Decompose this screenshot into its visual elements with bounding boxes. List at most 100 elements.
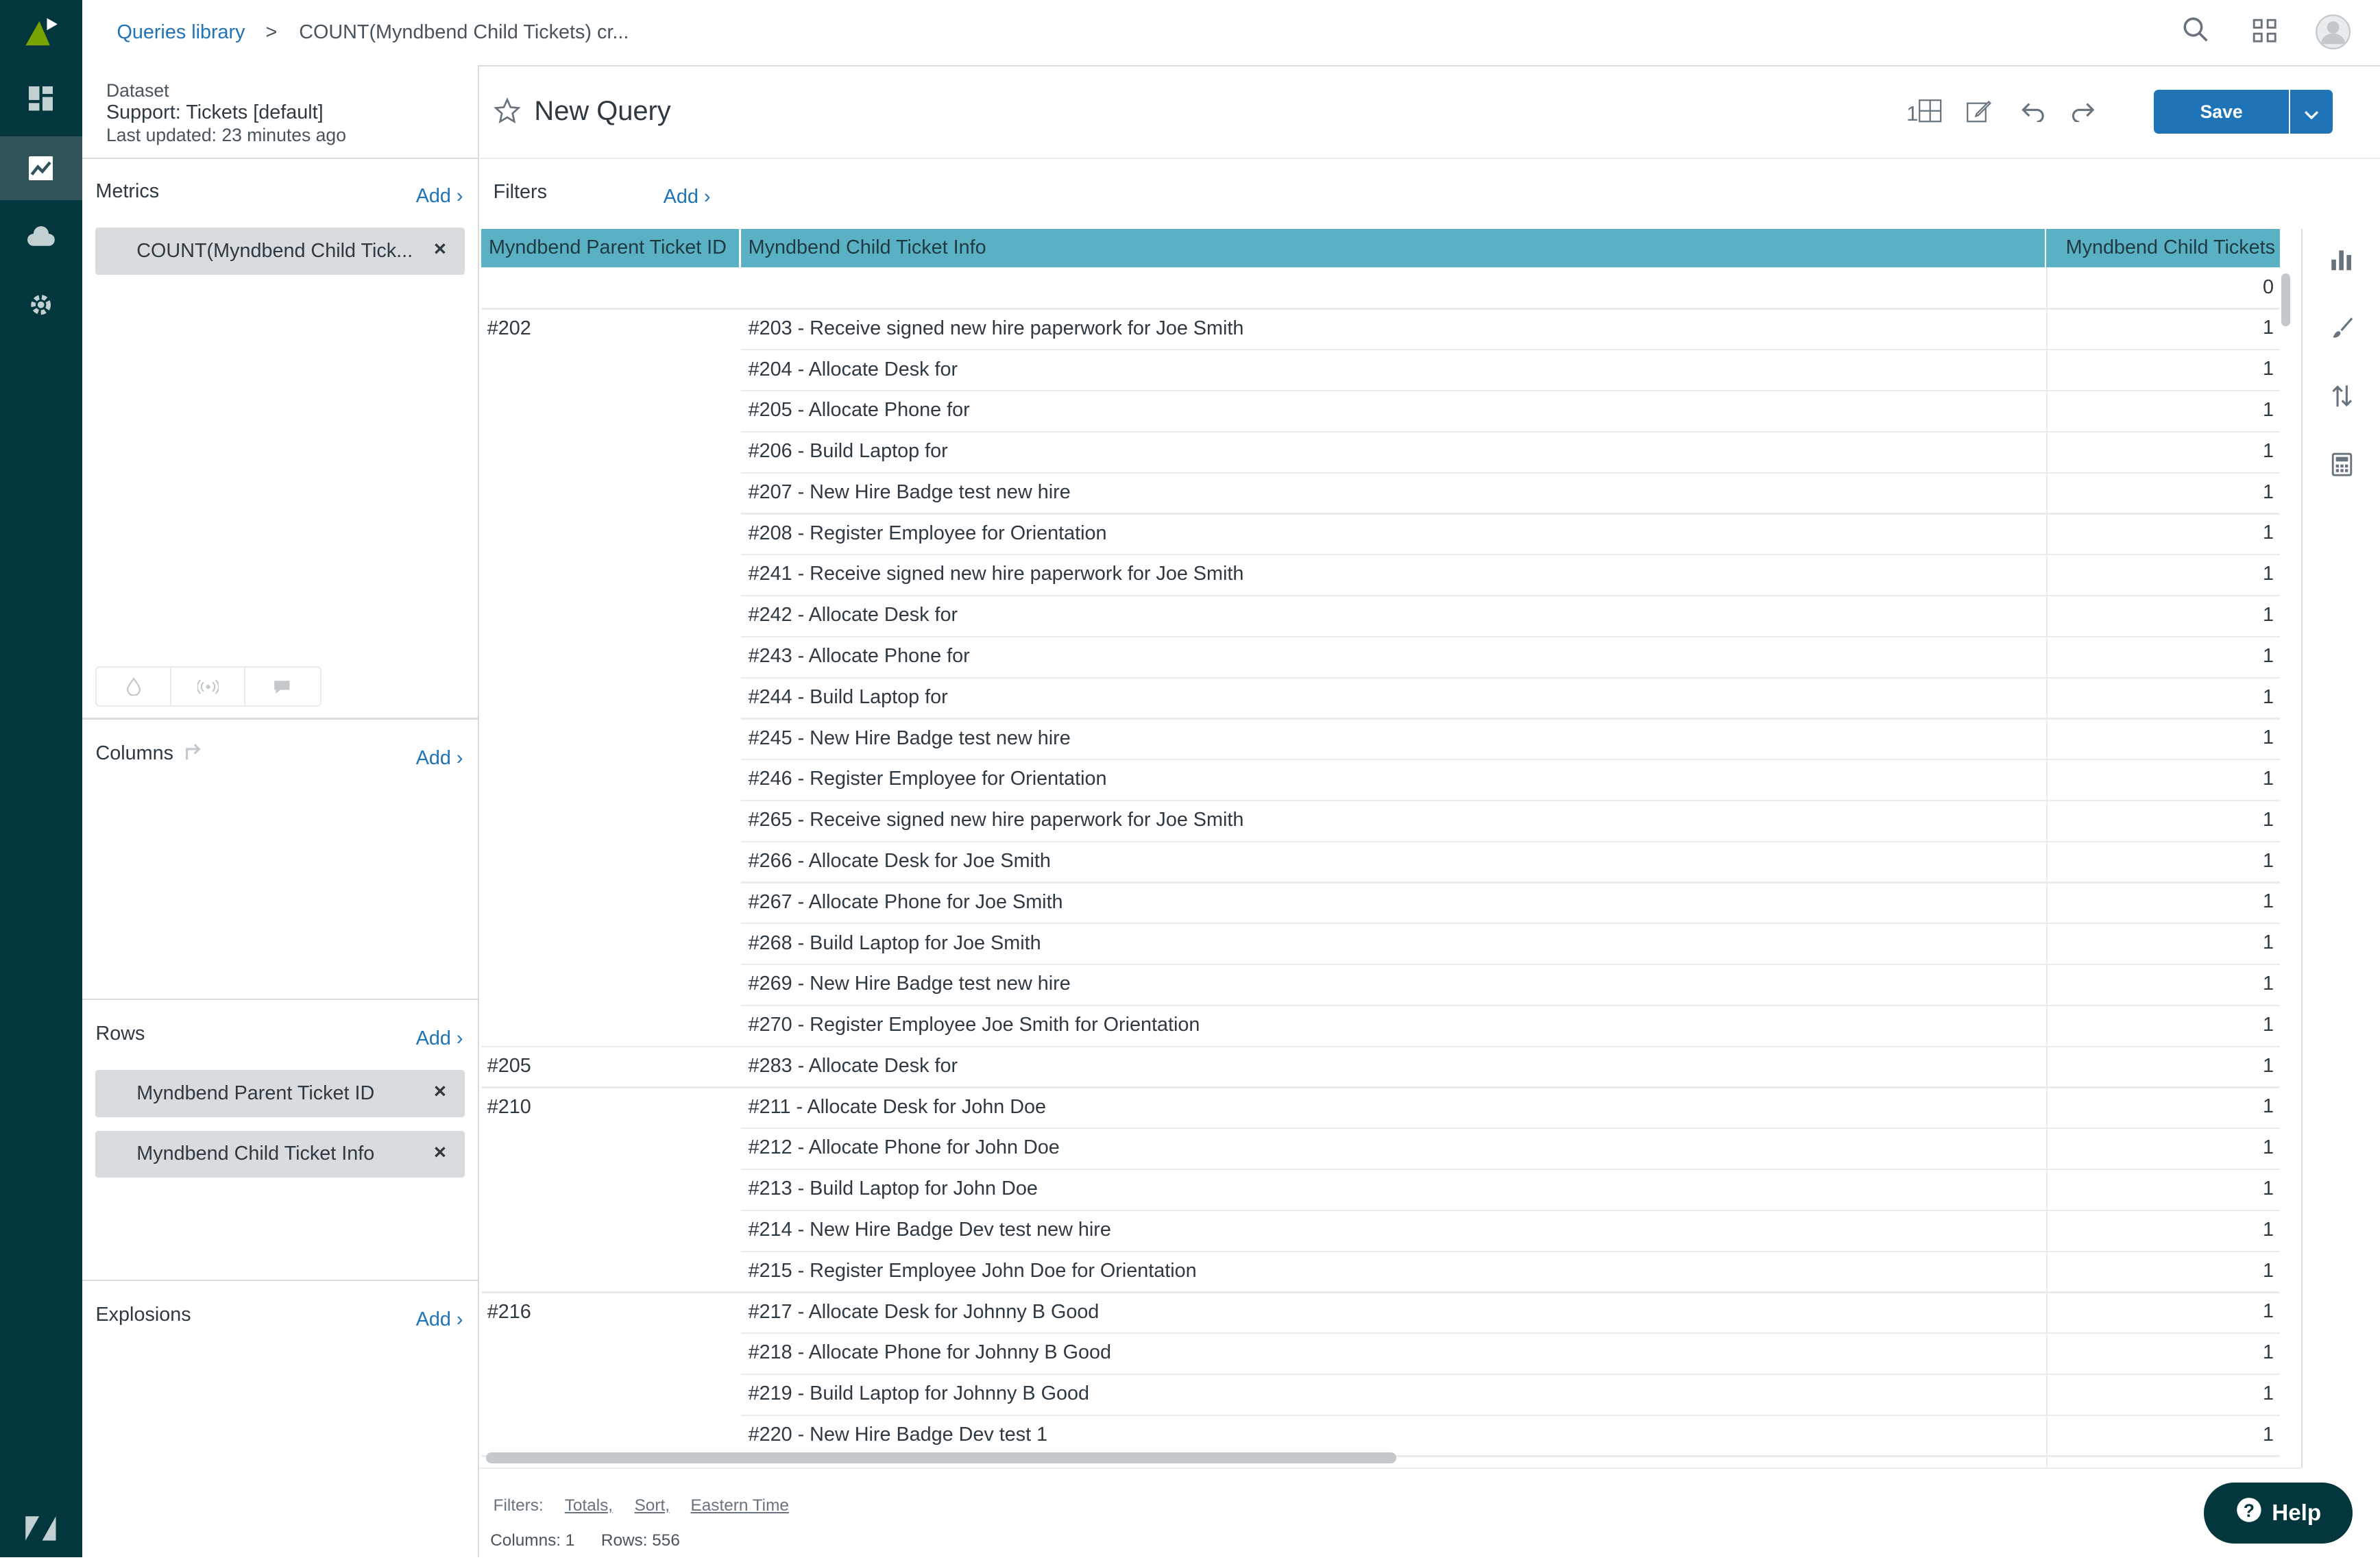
metric-pill[interactable]: COUNT(Myndbend Child Tick... × (95, 228, 465, 275)
child-ticket-cell: #241 - Receive signed new hire paperwork… (748, 563, 1244, 585)
child-tickets-count-cell: 1 (2263, 1300, 2274, 1323)
header-child-ticket-info[interactable]: Myndbend Child Ticket Info (749, 229, 2039, 267)
dashboards-icon[interactable] (0, 66, 82, 130)
metrics-add-link[interactable]: Add › (416, 180, 463, 208)
child-ticket-cell: #213 - Build Laptop for John Doe (748, 1178, 1038, 1200)
footer-totals-link[interactable]: Totals, (565, 1496, 613, 1515)
user-avatar-icon[interactable] (2315, 14, 2351, 56)
admin-gear-icon[interactable] (0, 273, 82, 337)
calculator-icon[interactable] (2303, 446, 2380, 483)
table-row: #242 - Allocate Desk for 1 (481, 595, 2280, 636)
header-parent-ticket-id[interactable]: Myndbend Parent Ticket ID (489, 229, 739, 267)
child-ticket-cell: #212 - Allocate Phone for John Doe (748, 1136, 1060, 1159)
table-row: #205 #283 - Allocate Desk for 1 (481, 1046, 2280, 1087)
child-tickets-count-cell: 1 (2263, 973, 2274, 995)
remove-row-icon[interactable]: × (434, 1079, 446, 1104)
child-ticket-cell: #243 - Allocate Phone for (748, 645, 970, 668)
child-tickets-count-cell: 1 (2263, 1177, 2274, 1199)
parent-ticket-cell: #205 (487, 1054, 531, 1077)
format-paintbrush-icon[interactable] (2303, 310, 2380, 346)
filters-add-label: Add (663, 185, 699, 208)
table-row: #202 #203 - Receive signed new hire paper… (481, 308, 2280, 349)
drop-icon[interactable] (97, 668, 171, 706)
remove-row-icon[interactable]: × (434, 1140, 446, 1165)
favorite-star-icon[interactable] (493, 97, 521, 131)
child-tickets-count-cell: 1 (2263, 317, 2274, 339)
row-pill-label: Myndbend Parent Ticket ID (136, 1082, 375, 1104)
save-options-button[interactable] (2290, 89, 2333, 134)
results-table: Myndbend Parent Ticket ID Myndbend Child… (481, 229, 2280, 1468)
table-row: #241 - Receive signed new hire paperwork… (481, 554, 2280, 595)
divider (82, 158, 478, 160)
right-toolbar (2300, 229, 2380, 1468)
footer-sort-link[interactable]: Sort, (635, 1496, 670, 1515)
divider (82, 1279, 478, 1281)
save-button[interactable]: Save (2154, 89, 2290, 134)
table-format-icon (1918, 99, 1942, 129)
child-ticket-cell: #242 - Allocate Desk for (748, 604, 958, 626)
breadcrumb-queries-library[interactable]: Queries library (117, 21, 245, 44)
child-tickets-count-cell: 1 (2263, 931, 2274, 954)
dataset-name[interactable]: Support: Tickets [default] (106, 101, 324, 124)
child-ticket-cell: #215 - Register Employee John Doe for Or… (748, 1259, 1197, 1282)
explosions-add-link[interactable]: Add › (416, 1304, 463, 1332)
reports-icon[interactable] (0, 136, 82, 201)
child-tickets-count-cell: 1 (2263, 1054, 2274, 1077)
vertical-scrollbar-thumb[interactable] (2281, 273, 2291, 327)
swap-axes-icon[interactable] (182, 742, 204, 770)
undo-icon[interactable] (2020, 100, 2046, 128)
divider (2044, 229, 2046, 267)
divider (2045, 267, 2048, 1468)
search-icon[interactable] (2183, 16, 2210, 50)
header-child-tickets[interactable]: Myndbend Child Tickets (2066, 229, 2280, 267)
rows-add-link[interactable]: Add › (416, 1023, 463, 1051)
sort-icon[interactable] (2303, 378, 2380, 414)
parent-ticket-cell: #202 (487, 317, 531, 339)
horizontal-scrollbar[interactable] (485, 1452, 1397, 1463)
footer-rows-count: Rows: 556 (600, 1531, 680, 1550)
child-tickets-count-cell: 1 (2263, 849, 2274, 872)
row-pill-child[interactable]: Myndbend Child Ticket Info × (95, 1130, 465, 1178)
remove-metric-icon[interactable]: × (434, 236, 446, 261)
child-ticket-cell: #205 - Allocate Phone for (748, 399, 970, 422)
zendesk-logo-icon[interactable] (0, 1496, 82, 1560)
child-tickets-count-cell: 1 (2263, 480, 2274, 503)
footer-timezone-link[interactable]: Eastern Time (691, 1496, 789, 1515)
query-title[interactable]: New Query (534, 96, 670, 127)
query-sidebar: Dataset Support: Tickets [default] Last … (82, 65, 480, 1557)
table-row: #267 - Allocate Phone for Joe Smith 1 (481, 881, 2280, 923)
child-tickets-count-cell: 1 (2263, 1341, 2274, 1364)
child-tickets-count-cell: 1 (2263, 808, 2274, 831)
comment-icon[interactable] (245, 668, 318, 705)
rows-add-label: Add (415, 1027, 451, 1050)
dataset-label: Dataset (106, 80, 169, 101)
child-tickets-count-cell: 1 (2263, 890, 2274, 913)
child-tickets-count-cell: 1 (2263, 1013, 2274, 1036)
broadcast-icon[interactable] (171, 668, 246, 706)
zendesk-explore-logo-icon[interactable] (0, 0, 82, 64)
columns-add-link[interactable]: Add › (416, 742, 463, 770)
datasets-cloud-icon[interactable] (0, 205, 82, 269)
redo-icon[interactable] (2070, 100, 2096, 128)
columns-add-label: Add (415, 746, 451, 769)
row-pill-parent[interactable]: Myndbend Parent Ticket ID × (95, 1070, 465, 1117)
footer-columns-count: Columns: 1 (490, 1531, 575, 1550)
explosions-title: Explosions (95, 1304, 191, 1326)
child-ticket-cell: #246 - Register Employee for Orientation (748, 768, 1107, 790)
table-row: #206 - Build Laptop for 1 (481, 431, 2280, 472)
apps-grid-icon[interactable] (2252, 19, 2276, 49)
edit-query-icon[interactable] (1966, 99, 1992, 131)
result-format-button[interactable]: 1 (1906, 99, 1943, 129)
help-label: Help (2272, 1500, 2322, 1526)
chevron-down-icon (2304, 97, 2319, 125)
chart-type-icon[interactable] (2303, 241, 2380, 278)
table-row: #218 - Allocate Phone for Johnny B Good 1 (481, 1332, 2280, 1374)
help-button[interactable]: ? Help (2204, 1483, 2353, 1544)
child-ticket-cell: #207 - New Hire Badge test new hire (748, 480, 1071, 503)
footer-filters-label: Filters: (493, 1496, 544, 1515)
filters-add-link[interactable]: Add › (664, 181, 711, 209)
child-tickets-count-cell: 1 (2263, 563, 2274, 585)
columns-title: Columns (95, 742, 173, 764)
divider (739, 229, 741, 267)
child-ticket-cell: #218 - Allocate Phone for Johnny B Good (748, 1341, 1111, 1364)
